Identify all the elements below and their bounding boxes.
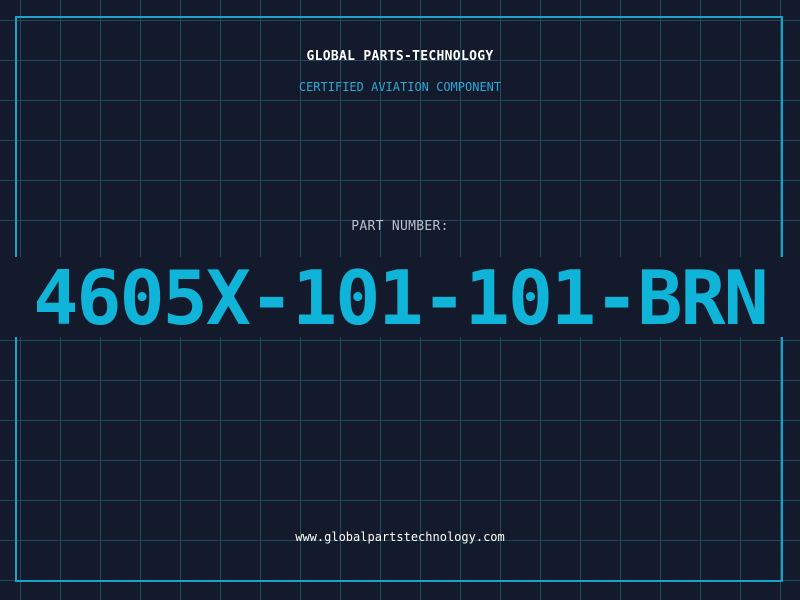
part-number-value: 4605X-101-101-BRN [33,254,769,342]
part-number-label: PART NUMBER: [351,219,449,234]
brand-name: GLOBAL PARTS-TECHNOLOGY [306,49,494,64]
brand-tagline: CERTIFIED AVIATION COMPONENT [298,80,502,94]
website-url: www.globalpartstechnology.com [295,530,505,544]
